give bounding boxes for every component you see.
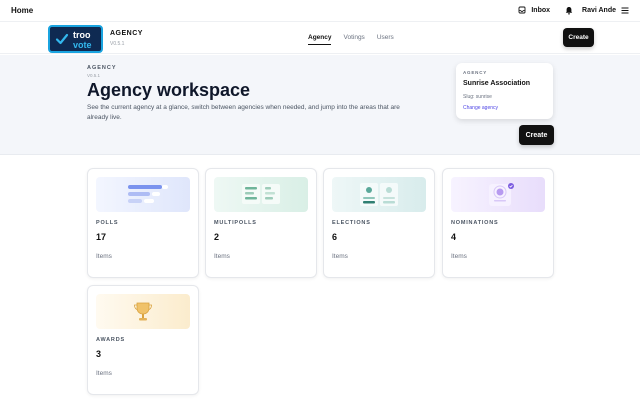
agency-title: AGENCY — [110, 30, 143, 37]
current-agency-slug: Slug: sunrise — [463, 94, 492, 100]
check-icon — [55, 33, 69, 45]
inbox-icon — [517, 5, 527, 15]
polls-card[interactable]: POLLS 17 Items — [87, 168, 199, 278]
nominations-illustration — [451, 177, 545, 212]
current-agency-card: AGENCY Sunrise Association Slug: sunrise… — [456, 63, 553, 119]
current-agency-eyebrow: AGENCY — [463, 70, 488, 75]
current-agency-name: Sunrise Association — [463, 80, 531, 87]
polls-illustration — [96, 177, 190, 212]
hero-description: See the current agency at a glance, swit… — [87, 104, 400, 121]
user-menu[interactable]: Ravi Ande — [582, 5, 630, 15]
tab-users[interactable]: Users — [377, 34, 394, 45]
card-label: NOMINATIONS — [451, 220, 499, 226]
tab-agency[interactable]: Agency — [308, 34, 332, 45]
hero-version: V0.5.1 — [87, 73, 101, 78]
troovote-logo[interactable]: troo vote — [48, 25, 103, 53]
page-title: Agency workspace — [87, 80, 251, 100]
user-name: Ravi Ande — [582, 6, 616, 14]
home-link[interactable]: Home — [11, 6, 33, 15]
card-label: ELECTIONS — [332, 220, 371, 226]
inbox-label: Inbox — [531, 6, 551, 14]
card-count: 3 — [96, 349, 102, 359]
change-agency-link[interactable]: Change agency — [463, 105, 498, 111]
logo-text-bottom: vote — [73, 40, 92, 50]
card-label: POLLS — [96, 220, 119, 226]
multipolls-illustration — [214, 177, 308, 212]
card-items-label: Items — [451, 253, 467, 260]
hero-create-button[interactable]: Create — [519, 125, 554, 145]
hero-section: AGENCY V0.5.1 Agency workspace See the c… — [0, 55, 640, 155]
agency-header: troo vote AGENCY V0.5.1 Agency Votings U… — [0, 22, 640, 54]
agency-version: V0.5.1 — [110, 41, 125, 47]
hero-eyebrow: AGENCY — [87, 65, 117, 71]
awards-card[interactable]: AWARDS 3 Items — [87, 285, 199, 395]
logo-text-top: troo — [73, 30, 91, 40]
elections-illustration — [332, 177, 426, 212]
header-create-button[interactable]: Create — [563, 28, 594, 47]
awards-illustration — [96, 294, 190, 329]
card-items-label: Items — [332, 253, 348, 260]
top-bar: Home Inbox Ravi Ande — [0, 0, 640, 22]
menu-icon — [620, 5, 630, 15]
inbox-button[interactable]: Inbox — [517, 5, 550, 15]
card-count: 4 — [451, 232, 457, 242]
top-right-actions: Inbox Ravi Ande — [517, 5, 630, 15]
card-count: 2 — [214, 232, 220, 242]
card-items-label: Items — [214, 253, 230, 260]
card-label: AWARDS — [96, 337, 125, 343]
main-nav: Agency Votings Users — [308, 34, 394, 45]
card-count: 17 — [96, 232, 107, 242]
nominations-card[interactable]: NOMINATIONS 4 Items — [442, 168, 554, 278]
bell-icon[interactable] — [564, 5, 574, 15]
elections-card[interactable]: ELECTIONS 6 Items — [323, 168, 435, 278]
tab-votings[interactable]: Votings — [343, 34, 364, 45]
card-items-label: Items — [96, 370, 112, 377]
card-label: MULTIPOLLS — [214, 220, 257, 226]
multipolls-card[interactable]: MULTIPOLLS 2 Items — [205, 168, 317, 278]
card-items-label: Items — [96, 253, 112, 260]
card-count: 6 — [332, 232, 338, 242]
